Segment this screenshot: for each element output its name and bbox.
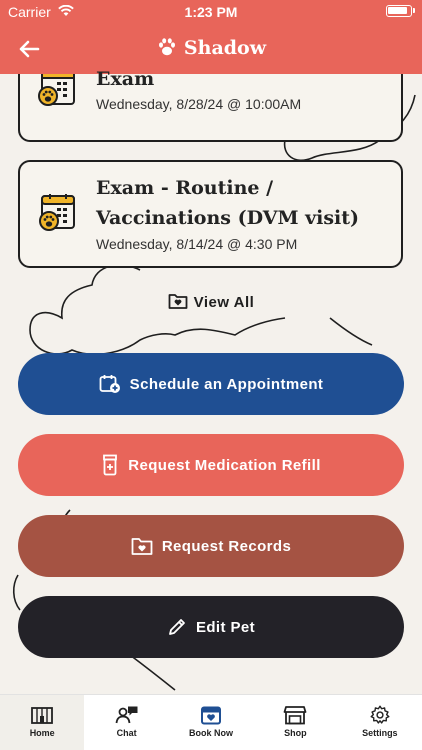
- folder-heart-icon: [168, 294, 188, 309]
- appointment-card[interactable]: Exam - Routine / Vaccinations (DVM visit…: [18, 160, 403, 268]
- request-refill-button[interactable]: Request Medication Refill: [18, 434, 404, 496]
- calendar-plus-icon: [99, 375, 120, 393]
- calendar-heart-icon: [201, 706, 222, 725]
- medicine-bottle-icon: [103, 454, 118, 476]
- tab-label: Shop: [284, 728, 307, 738]
- appointment-date: Wednesday, 8/28/24 @ 10:00AM: [96, 96, 302, 112]
- view-all-label: View All: [193, 294, 255, 311]
- header: Shadow: [0, 24, 422, 74]
- appointment-title-line2: Vaccinations (DVM visit): [96, 207, 360, 229]
- tab-shop[interactable]: Shop: [253, 695, 337, 750]
- tab-label: Chat: [116, 728, 137, 738]
- calendar-paw-icon: [39, 194, 75, 231]
- edit-pet-label: Edit Pet: [195, 618, 256, 636]
- tab-chat[interactable]: Chat: [84, 695, 168, 750]
- request-records-button[interactable]: Request Records: [18, 515, 404, 577]
- tab-home[interactable]: Home: [0, 695, 85, 750]
- tab-label: Home: [29, 728, 55, 738]
- request-refill-label: Request Medication Refill: [128, 456, 321, 474]
- tab-label: Settings: [362, 728, 398, 738]
- tab-bar: Home Chat Book Now Shop Settings: [0, 694, 422, 750]
- tab-book-now[interactable]: Book Now: [169, 695, 253, 750]
- chat-icon: [115, 706, 138, 724]
- battery-icon: [386, 5, 415, 17]
- schedule-appointment-button[interactable]: Schedule an Appointment: [18, 353, 404, 415]
- folder-heart-icon: [131, 538, 153, 555]
- appointment-date: Wednesday, 8/14/24 @ 4:30 PM: [96, 236, 298, 252]
- page-title: Shadow: [0, 36, 422, 59]
- home-icon: [31, 707, 54, 724]
- tab-label: Book Now: [189, 728, 234, 738]
- view-all-link[interactable]: View All: [0, 292, 422, 311]
- pencil-icon: [169, 619, 185, 635]
- request-records-label: Request Records: [161, 537, 292, 555]
- paw-icon: [158, 38, 175, 56]
- clock: 1:23 PM: [184, 4, 238, 20]
- tab-settings[interactable]: Settings: [338, 695, 422, 750]
- edit-pet-button[interactable]: Edit Pet: [18, 596, 404, 658]
- appointment-title: Exam: [96, 68, 155, 90]
- status-bar: Carrier 1:23 PM: [0, 0, 422, 24]
- calendar-paw-icon: [38, 74, 75, 106]
- appointment-card[interactable]: Exam Wednesday, 8/28/24 @ 10:00AM: [18, 68, 403, 142]
- store-icon: [284, 706, 307, 725]
- appointment-title-line1: Exam - Routine /: [96, 177, 274, 199]
- pet-name: Shadow: [183, 37, 267, 59]
- schedule-appointment-label: Schedule an Appointment: [129, 375, 324, 393]
- gear-icon: [370, 705, 390, 724]
